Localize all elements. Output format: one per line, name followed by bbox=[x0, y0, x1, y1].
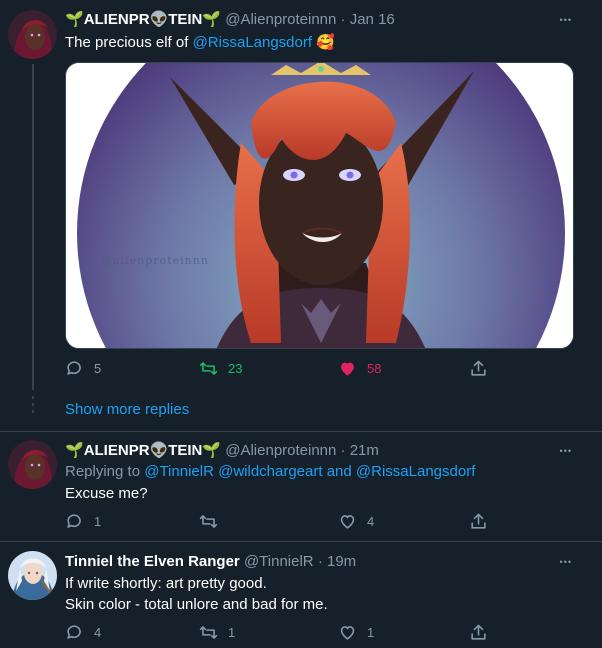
avatar[interactable] bbox=[8, 551, 57, 600]
sprout-icon: 🌱 bbox=[202, 442, 222, 459]
timestamp[interactable]: Jan 16 bbox=[350, 11, 395, 28]
sprout-icon: 🌱 bbox=[65, 11, 84, 28]
mention-link[interactable]: @RissaLangsdorf bbox=[193, 34, 312, 51]
tweet-text: The precious elf of @RissaLangsdorf 🥰 bbox=[65, 33, 335, 53]
avatar[interactable] bbox=[8, 440, 57, 489]
mention-link[interactable]: @RissaLangsdorf bbox=[356, 463, 475, 480]
display-name[interactable]: Tinniel the Elven Ranger bbox=[65, 553, 240, 570]
retweet-button[interactable]: 1 bbox=[199, 623, 235, 642]
reply-button[interactable]: 5 bbox=[65, 359, 101, 378]
avatar[interactable] bbox=[8, 10, 57, 59]
reply-count: 5 bbox=[94, 361, 102, 376]
tweet-2[interactable]: 🌱ALIENPR👽TEIN🌱 @Alienproteinnn · 21m Rep… bbox=[0, 432, 602, 540]
more-options-icon[interactable] bbox=[560, 441, 572, 457]
retweet-icon bbox=[199, 626, 218, 639]
share-button[interactable] bbox=[469, 512, 488, 531]
timestamp[interactable]: 19m bbox=[327, 553, 356, 570]
more-options-icon[interactable] bbox=[560, 10, 572, 26]
mention-link[interactable]: @wildchargeart bbox=[218, 463, 322, 480]
reply-count: 4 bbox=[94, 625, 102, 640]
separator-dot: · bbox=[340, 11, 346, 28]
like-button[interactable]: 4 bbox=[338, 512, 374, 531]
share-icon bbox=[471, 360, 486, 376]
tweet-text-plain: The precious elf of bbox=[65, 34, 193, 51]
reply-icon bbox=[67, 625, 81, 639]
share-button[interactable] bbox=[469, 359, 488, 378]
show-more-replies-link[interactable]: Show more replies bbox=[65, 401, 189, 418]
reply-button[interactable]: 1 bbox=[65, 512, 101, 531]
more-options-icon[interactable] bbox=[560, 552, 572, 568]
retweet-count: 23 bbox=[228, 361, 243, 376]
mention-link[interactable]: @TinnielR bbox=[144, 463, 214, 480]
replying-to-label: Replying to bbox=[65, 463, 145, 480]
elf-artwork: @alienproteinnn bbox=[66, 63, 573, 348]
tweet-header: 🌱ALIENPR👽TEIN🌱 @Alienproteinnn · 21m bbox=[65, 441, 379, 461]
retweet-icon bbox=[199, 362, 218, 375]
tweet-3[interactable]: Tinniel the Elven Ranger @TinnielR · 19m… bbox=[0, 542, 602, 648]
retweet-button[interactable]: 23 bbox=[199, 359, 242, 378]
tweet-text-line-1: If write shortly: art pretty good. bbox=[65, 575, 267, 592]
replying-to-and: and bbox=[322, 463, 356, 480]
share-icon bbox=[471, 513, 486, 529]
heart-filled-icon bbox=[341, 362, 354, 376]
sprout-icon: 🌱 bbox=[65, 442, 84, 459]
tweet-header: Tinniel the Elven Ranger @TinnielR · 19m bbox=[65, 552, 356, 572]
tweet-header: 🌱ALIENPR👽TEIN🌱 @Alienproteinnn · Jan 16 bbox=[65, 10, 395, 30]
like-count: 4 bbox=[367, 514, 375, 529]
smiling-hearts-emoji: 🥰 bbox=[316, 34, 335, 51]
heart-icon bbox=[340, 515, 355, 529]
replying-to: Replying to @TinnielR @wildchargeart and… bbox=[65, 462, 475, 482]
tweet-text: Excuse me? bbox=[65, 485, 148, 502]
reply-button[interactable]: 4 bbox=[65, 623, 101, 642]
tweet-1[interactable]: 🌱ALIENPR👽TEIN🌱 @Alienproteinnn · Jan 16 … bbox=[0, 0, 602, 395]
reply-icon bbox=[67, 514, 81, 528]
like-count: 1 bbox=[367, 625, 375, 640]
like-count: 58 bbox=[367, 361, 382, 376]
like-button[interactable]: 1 bbox=[338, 623, 374, 642]
thread-line bbox=[32, 64, 34, 390]
tweet-actions: 5 23 58 bbox=[65, 359, 495, 381]
like-button[interactable]: 58 bbox=[338, 359, 381, 378]
tweet-actions: 1 4 bbox=[65, 512, 495, 534]
separator-dot: · bbox=[340, 442, 346, 459]
user-handle[interactable]: @Alienproteinnn bbox=[225, 442, 336, 459]
thread-gap-dots bbox=[32, 396, 34, 417]
share-icon bbox=[471, 624, 486, 640]
retweet-button[interactable] bbox=[199, 512, 228, 531]
tweet-text-line-2: Skin color - total unlore and bad for me… bbox=[65, 596, 328, 613]
heart-icon bbox=[340, 626, 355, 640]
separator-dot: · bbox=[317, 553, 323, 570]
share-button[interactable] bbox=[469, 623, 488, 642]
user-handle[interactable]: @Alienproteinnn bbox=[225, 11, 336, 28]
user-handle[interactable]: @TinnielR bbox=[244, 553, 314, 570]
image-watermark: @alienproteinnn bbox=[101, 254, 209, 267]
sprout-icon: 🌱 bbox=[202, 11, 222, 28]
reply-icon bbox=[67, 361, 81, 375]
display-name[interactable]: ALIENPR👽TEIN bbox=[84, 11, 203, 28]
timestamp[interactable]: 21m bbox=[350, 442, 379, 459]
retweet-icon bbox=[199, 515, 218, 528]
display-name[interactable]: ALIENPR👽TEIN bbox=[84, 442, 203, 459]
retweet-count: 1 bbox=[228, 625, 236, 640]
reply-count: 1 bbox=[94, 514, 102, 529]
tweet-image[interactable]: @alienproteinnn bbox=[65, 62, 574, 349]
tweet-actions: 4 1 1 bbox=[65, 623, 495, 645]
